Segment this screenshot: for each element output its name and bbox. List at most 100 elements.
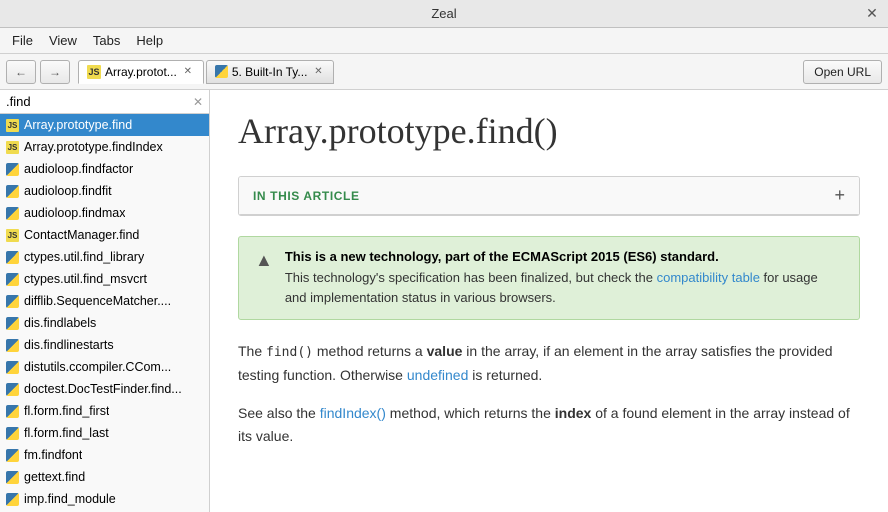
list-item-label: gettext.find <box>24 470 85 484</box>
content-area: Array.prototype.find() IN THIS ARTICLE +… <box>210 90 888 512</box>
menu-tabs[interactable]: Tabs <box>85 31 128 50</box>
menu-file[interactable]: File <box>4 31 41 50</box>
js-icon: JS <box>6 141 19 154</box>
menu-bar: File View Tabs Help <box>0 28 888 54</box>
list-item[interactable]: fm.findfont <box>0 444 209 466</box>
list-item[interactable]: fl.form.find_last <box>0 422 209 444</box>
tab-py[interactable]: 5. Built-In Ty... ✕ <box>206 60 335 84</box>
list-item[interactable]: audioloop.findfactor <box>0 158 209 180</box>
list-item[interactable]: dis.findlabels <box>0 312 209 334</box>
para2-start: See also the <box>238 405 320 421</box>
python-icon <box>6 383 19 396</box>
forward-button[interactable]: → <box>40 60 70 84</box>
undefined-link[interactable]: undefined <box>407 367 469 383</box>
compatibility-table-link[interactable]: compatibility table <box>657 270 760 285</box>
list-item-label: dis.findlabels <box>24 316 96 330</box>
menu-help[interactable]: Help <box>128 31 171 50</box>
title-bar: Zeal ✕ <box>0 0 888 28</box>
js-icon: JS <box>6 119 19 132</box>
search-box-wrap: ✕ <box>0 90 209 114</box>
page-title: Array.prototype.find() <box>238 110 860 152</box>
python-icon <box>6 251 19 264</box>
list-item-label: ContactManager.find <box>24 228 139 242</box>
list-item[interactable]: ctypes.util.find_library <box>0 246 209 268</box>
list-item-label: distutils.ccompiler.CCom... <box>24 360 171 374</box>
tabs-row: JS Array.protot... ✕ 5. Built-In Ty... ✕ <box>78 60 795 84</box>
tab-js-close[interactable]: ✕ <box>181 65 195 79</box>
open-url-button[interactable]: Open URL <box>803 60 882 84</box>
sidebar: ✕ JS Array.prototype.find JS Array.prototyp… <box>0 90 210 512</box>
python-icon <box>6 295 19 308</box>
python-icon <box>6 405 19 418</box>
in-this-article-box: IN THIS ARTICLE + <box>238 176 860 216</box>
tab-py-close[interactable]: ✕ <box>311 65 325 79</box>
list-item[interactable]: JS Array.prototype.findIndex <box>0 136 209 158</box>
list-item-label: audioloop.findmax <box>24 206 125 220</box>
paragraph-2: See also the findIndex() method, which r… <box>238 402 860 447</box>
python-icon <box>6 163 19 176</box>
python-icon <box>6 207 19 220</box>
list-item-label: fl.form.find_last <box>24 426 109 440</box>
python-icon <box>215 65 228 78</box>
list-item[interactable]: ctypes.util.find_msvcrt <box>0 268 209 290</box>
js-icon: JS <box>6 229 19 242</box>
sidebar-list: JS Array.prototype.find JS Array.prototype.… <box>0 114 209 512</box>
python-icon <box>6 493 19 506</box>
tab-js-label: Array.protot... <box>105 65 177 79</box>
list-item-label: Array.prototype.findIndex <box>24 140 163 154</box>
notice-text-before-link: This technology's specification has been… <box>285 270 657 285</box>
list-item[interactable]: gettext.find <box>0 466 209 488</box>
main-content: ✕ JS Array.prototype.find JS Array.prototyp… <box>0 90 888 512</box>
list-item-label: imp.find_module <box>24 492 116 506</box>
para1-start: The <box>238 343 266 359</box>
list-item[interactable]: dis.findlinestarts <box>0 334 209 356</box>
js-icon: JS <box>87 65 101 79</box>
list-item[interactable]: audioloop.findmax <box>0 202 209 224</box>
tab-py-label: 5. Built-In Ty... <box>232 65 308 79</box>
python-icon <box>6 427 19 440</box>
list-item[interactable]: distutils.ccompiler.CCom... <box>0 356 209 378</box>
search-input[interactable] <box>6 94 189 109</box>
list-item[interactable]: JS ContactManager.find <box>0 224 209 246</box>
python-icon <box>6 273 19 286</box>
menu-view[interactable]: View <box>41 31 85 50</box>
search-clear-icon[interactable]: ✕ <box>193 95 203 109</box>
list-item-label: Array.prototype.find <box>24 118 132 132</box>
list-item-label: fl.form.find_first <box>24 404 109 418</box>
list-item-label: ctypes.util.find_msvcrt <box>24 272 147 286</box>
para1-mid: method returns a <box>313 343 427 359</box>
findindex-link[interactable]: findIndex() <box>320 405 386 421</box>
window-title: Zeal <box>431 6 456 21</box>
para1-bold: value <box>427 343 463 359</box>
in-this-article-header: IN THIS ARTICLE + <box>239 177 859 215</box>
list-item-label: dis.findlinestarts <box>24 338 114 352</box>
python-icon <box>6 471 19 484</box>
in-this-article-label: IN THIS ARTICLE <box>253 189 360 203</box>
close-button[interactable]: ✕ <box>864 6 880 22</box>
python-icon <box>6 185 19 198</box>
notice-text: This is a new technology, part of the EC… <box>285 249 843 307</box>
python-icon <box>6 317 19 330</box>
list-item-label: ctypes.util.find_library <box>24 250 144 264</box>
back-button[interactable]: ← <box>6 60 36 84</box>
list-item[interactable]: imp.find_module <box>0 488 209 510</box>
list-item-label: fm.findfont <box>24 448 82 462</box>
list-item-label: audioloop.findfactor <box>24 162 133 176</box>
para2-bold: index <box>555 405 592 421</box>
list-item[interactable]: audioloop.findfit <box>0 180 209 202</box>
python-icon <box>6 339 19 352</box>
list-item-label: audioloop.findfit <box>24 184 112 198</box>
list-item[interactable]: doctest.DocTestFinder.find... <box>0 378 209 400</box>
list-item[interactable]: fl.form.find_first <box>0 400 209 422</box>
list-item[interactable]: JS Array.prototype.find <box>0 114 209 136</box>
python-icon <box>6 361 19 374</box>
list-item-label: difflib.SequenceMatcher.... <box>24 294 171 308</box>
list-item-label: doctest.DocTestFinder.find... <box>24 382 182 396</box>
list-item[interactable]: difflib.SequenceMatcher.... <box>0 290 209 312</box>
notice-box: ▲ This is a new technology, part of the … <box>238 236 860 320</box>
python-icon <box>6 449 19 462</box>
expand-button[interactable]: + <box>834 185 845 206</box>
para1-code: find() <box>266 345 313 360</box>
tab-js[interactable]: JS Array.protot... ✕ <box>78 60 204 84</box>
warning-icon: ▲ <box>255 250 273 307</box>
